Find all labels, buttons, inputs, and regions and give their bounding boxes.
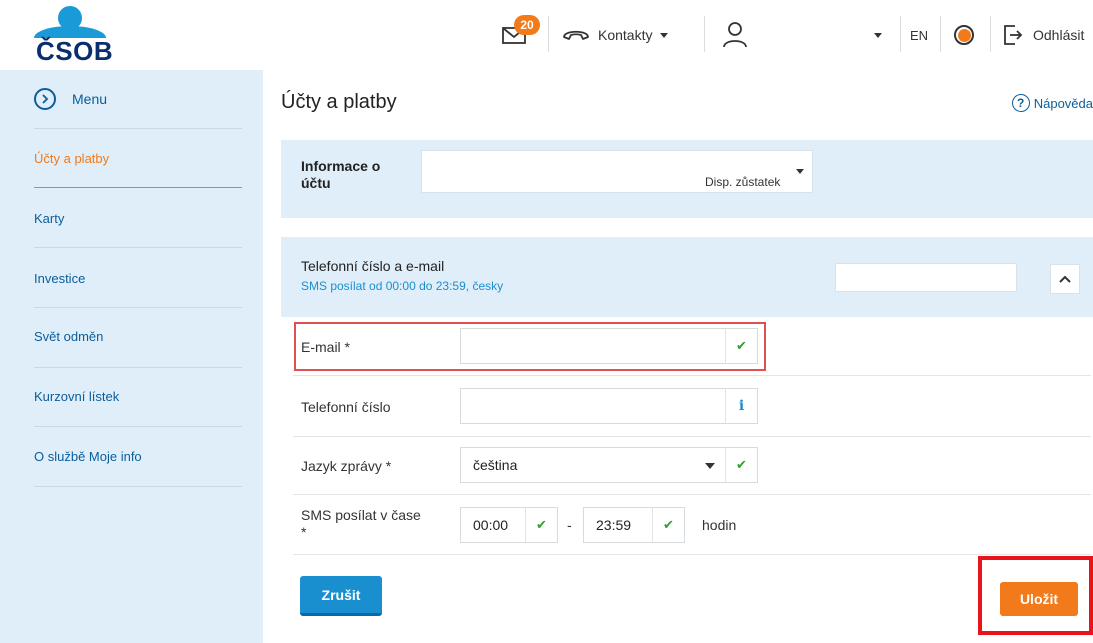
header-separator xyxy=(900,16,901,52)
contact-panel-field[interactable] xyxy=(835,263,1017,292)
header-separator xyxy=(704,16,705,52)
sidebar-divider xyxy=(34,486,242,487)
messages-button[interactable] xyxy=(502,0,526,70)
phone-label: Telefonní číslo xyxy=(301,399,391,415)
save-button[interactable]: Uložit xyxy=(1000,582,1078,616)
sidebar-active-underline xyxy=(34,187,242,188)
sms-to-select[interactable]: 23:59 ✔ xyxy=(583,507,685,543)
contact-panel-title: Telefonní číslo a e-mail xyxy=(301,258,445,274)
chevron-down-icon xyxy=(660,32,669,38)
sidebar-divider xyxy=(34,128,242,129)
sms-time-dash: - xyxy=(567,517,572,533)
phone-icon xyxy=(563,30,589,40)
language-label: EN xyxy=(910,27,929,43)
info-icon[interactable]: i xyxy=(725,389,757,423)
contacts-dropdown[interactable]: Kontakty xyxy=(562,0,669,70)
sidebar-divider xyxy=(34,247,242,248)
menu-label: Menu xyxy=(72,91,108,107)
help-label: Nápověda xyxy=(1033,95,1093,111)
question-icon: ? xyxy=(1011,94,1030,112)
logout-label: Odhlásit xyxy=(1033,27,1085,43)
sms-time-unit: hodin xyxy=(702,517,737,533)
sms-time-label: SMS posílat v čase * xyxy=(301,507,421,540)
user-dropdown[interactable] xyxy=(874,0,882,70)
contact-settings-panel: Telefonní číslo a e-mail SMS posílat od … xyxy=(281,237,1093,317)
sms-from-select[interactable]: 00:00 ✔ xyxy=(460,507,558,543)
chevron-down-icon xyxy=(796,169,804,174)
sidebar-item-o-sluzbe[interactable]: O službě Moje info xyxy=(34,449,142,464)
logout-button[interactable]: Odhlásit xyxy=(1003,0,1084,70)
language-select[interactable]: čeština ✔ xyxy=(460,447,758,483)
user-icon xyxy=(723,22,747,48)
language-value: čeština xyxy=(473,457,518,473)
collapse-button[interactable] xyxy=(1050,264,1080,294)
language-switch[interactable]: EN xyxy=(910,0,928,70)
messages-badge: 20 xyxy=(514,15,540,35)
email-row-highlight xyxy=(294,322,766,371)
sms-from-value: 00:00 xyxy=(473,517,509,533)
phone-field[interactable]: i xyxy=(460,388,758,424)
contact-panel-subtitle: SMS posílat od 00:00 do 23:59, česky xyxy=(301,279,504,293)
chevron-down-icon xyxy=(705,463,715,469)
language-label: Jazyk zprávy * xyxy=(301,458,392,474)
logout-icon xyxy=(1004,25,1023,45)
row-divider xyxy=(293,436,1091,437)
account-info-label: Informace o účtu xyxy=(301,158,381,191)
sidebar-item-investice[interactable]: Investice xyxy=(34,271,85,286)
user-profile-button[interactable] xyxy=(722,0,748,70)
disp-balance-label: Disp. zůstatek xyxy=(705,175,781,189)
sidebar-divider xyxy=(34,307,242,308)
sidebar-item-ucty-a-platby[interactable]: Účty a platby xyxy=(34,151,109,166)
page-title: Účty a platby xyxy=(281,91,397,113)
chevron-down-icon xyxy=(874,32,882,38)
sidebar-item-kurzovni-listek[interactable]: Kurzovní lístek xyxy=(34,389,119,404)
help-link[interactable]: ? Nápověda xyxy=(1011,94,1093,112)
chevron-right-icon xyxy=(34,88,56,110)
row-divider xyxy=(293,554,1091,555)
account-select[interactable]: Disp. zůstatek xyxy=(421,150,813,193)
record-icon xyxy=(954,25,974,45)
sidebar-item-svet-odmen[interactable]: Svět odměn xyxy=(34,329,103,344)
header-separator xyxy=(548,16,549,52)
row-divider xyxy=(293,494,1091,495)
check-icon: ✔ xyxy=(725,448,757,482)
menu-toggle[interactable]: Menu xyxy=(34,88,107,110)
header-separator xyxy=(940,16,941,52)
sidebar-item-karty[interactable]: Karty xyxy=(34,211,64,226)
cancel-button[interactable]: Zrušit xyxy=(300,576,382,616)
chevron-up-icon xyxy=(1059,275,1071,283)
check-icon: ✔ xyxy=(525,508,557,542)
sidebar-divider xyxy=(34,426,242,427)
row-divider xyxy=(293,375,1091,376)
csob-logo[interactable]: ČSOB xyxy=(34,6,114,66)
contacts-label: Kontakty xyxy=(598,27,653,43)
check-icon: ✔ xyxy=(652,508,684,542)
status-indicator[interactable] xyxy=(954,0,974,70)
sidebar: Menu Účty a platby Karty Investice Svět … xyxy=(0,70,263,643)
logo-text: ČSOB xyxy=(36,36,114,66)
header: ČSOB 20 Kontakty EN Odhlásit xyxy=(0,0,1093,70)
header-separator xyxy=(990,16,991,52)
sms-to-value: 23:59 xyxy=(596,517,632,533)
sidebar-divider xyxy=(34,367,242,368)
account-info-panel: Informace o účtu Disp. zůstatek xyxy=(281,140,1093,218)
